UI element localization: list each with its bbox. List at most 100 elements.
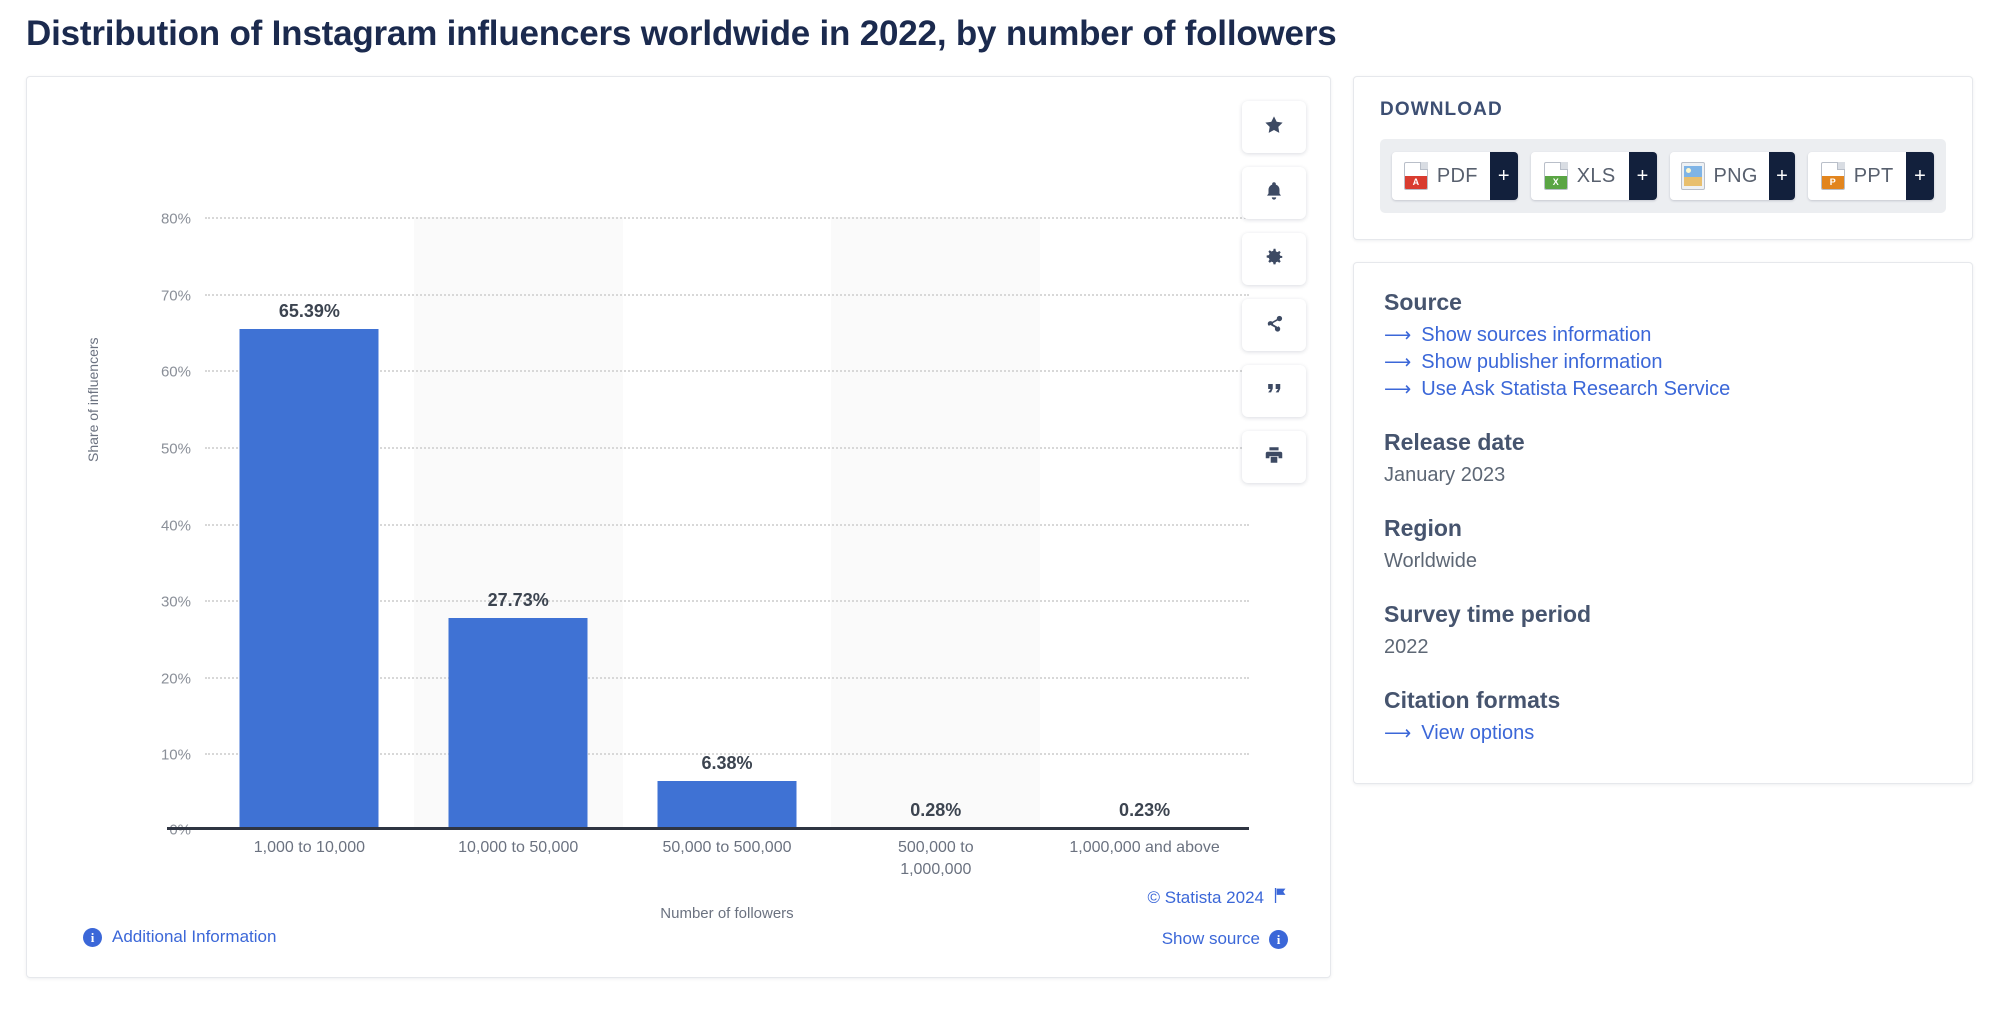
page-layout: Share of influencers 0% 10% 20% 30% 40% 50% 60… [0, 54, 1999, 978]
cite-button[interactable] [1242, 365, 1306, 417]
survey-time-period-value: 2022 [1384, 636, 1429, 658]
view-options-label: View options [1421, 722, 1535, 744]
bar-slot: 65.39% [205, 217, 414, 830]
survey-time-period-heading: Survey time period [1384, 601, 1592, 627]
bar-slot: 0.23% [1040, 217, 1249, 830]
bar-slot: 0.28% [831, 217, 1040, 830]
share-button[interactable] [1242, 299, 1306, 351]
source-heading: Source [1384, 289, 1462, 315]
download-label: PPT [1853, 164, 1894, 187]
citation-formats-heading: Citation formats [1384, 687, 1561, 713]
source-link[interactable]: ⟶ Show sources information [1384, 324, 1942, 347]
chart-toolbar [1242, 101, 1306, 483]
bar[interactable] [239, 328, 379, 830]
chart-card: Share of influencers 0% 10% 20% 30% 40% 50% 60… [26, 76, 1331, 978]
show-source-label: Show source [1161, 929, 1260, 948]
bar-value-label: 65.39% [278, 300, 340, 321]
bar[interactable] [448, 617, 588, 830]
download-label: XLS [1576, 164, 1616, 187]
y-axis-title: Share of influencers [85, 337, 101, 462]
x-axis-tick-label: 1,000 to 10,000 [253, 839, 365, 856]
arrow-right-icon: ⟶ [1384, 379, 1412, 400]
view-options-link[interactable]: ⟶ View options [1384, 722, 1942, 745]
download-xls-button[interactable]: X XLS + [1530, 152, 1657, 200]
settings-button[interactable] [1242, 233, 1306, 285]
bars-group: 65.39% 27.73% 6.38% 0.28% 0.23% [205, 217, 1249, 830]
source-link-label: Use Ask Statista Research Service [1421, 378, 1731, 400]
x-axis-labels: 1,000 to 10,000 10,000 to 50,000 50,000 to… [205, 837, 1249, 880]
x-axis-tick-label: 10,000 to 50,000 [458, 839, 579, 856]
x-axis-tick-label: 1,000,000 and above [1069, 839, 1220, 856]
x-axis-line [167, 827, 1249, 830]
pdf-file-icon: A [1403, 162, 1428, 190]
right-column: DOWNLOAD A PDF + X XLS + PNG + P PPT + Source ⟶ Sho… [1353, 76, 1973, 784]
download-pdf-button[interactable]: A PDF + [1392, 152, 1518, 200]
y-axis-tick-label: 0% [169, 821, 191, 839]
quote-icon [1264, 379, 1284, 404]
additional-information-link[interactable]: i Additional Information [83, 927, 276, 947]
flag-icon[interactable] [1273, 887, 1288, 909]
bar-slot: 6.38% [623, 217, 832, 830]
star-icon [1263, 114, 1285, 141]
download-panel: DOWNLOAD A PDF + X XLS + PNG + P PPT + [1353, 76, 1973, 240]
y-axis-tick-label: 10% [160, 746, 191, 764]
y-axis-tick-label: 40% [160, 517, 191, 534]
bar[interactable] [657, 781, 797, 830]
favorite-button[interactable] [1242, 101, 1306, 153]
source-link[interactable]: ⟶ Use Ask Statista Research Service [1384, 378, 1942, 401]
additional-information-label: Additional Information [112, 927, 277, 946]
copyright-text: © Statista 2024 [1147, 888, 1265, 907]
share-icon [1263, 312, 1285, 339]
release-date-heading: Release date [1384, 429, 1525, 455]
x-axis-tick-label: 500,000 to 1,000,000 [897, 839, 974, 878]
download-options-toggle[interactable]: + [1489, 152, 1518, 200]
y-axis-tick-label: 30% [160, 593, 191, 611]
info-icon: i [1269, 929, 1288, 949]
download-ppt-button[interactable]: P PPT + [1808, 152, 1934, 200]
y-axis-tick-label: 80% [160, 210, 191, 228]
plot-area: 0% 10% 20% 30% 40% 50% 60% 70% 80% 65.39% 27.73% 6… [161, 211, 1249, 839]
xls-file-icon: X [1543, 162, 1568, 190]
bell-icon [1263, 180, 1285, 207]
bar-value-label: 0.23% [1119, 800, 1171, 821]
gear-icon [1263, 246, 1285, 273]
download-png-button[interactable]: PNG + [1669, 152, 1796, 200]
release-date-value: January 2023 [1384, 464, 1506, 486]
y-axis-tick-label: 50% [160, 440, 191, 458]
source-link-label: Show publisher information [1421, 351, 1663, 373]
info-panel: Source ⟶ Show sources information ⟶ Show pu… [1353, 262, 1973, 784]
page-title: Distribution of Instagram influencers wo… [26, 14, 1337, 53]
region-value: Worldwide [1384, 550, 1477, 572]
region-heading: Region [1384, 515, 1462, 541]
bar-slot: 27.73% [414, 217, 623, 830]
info-icon: i [83, 927, 102, 947]
bar-value-label: 6.38% [701, 753, 753, 774]
chart-area: Share of influencers 0% 10% 20% 30% 40% 50% 60… [27, 77, 1249, 922]
source-link-label: Show sources information [1421, 324, 1652, 346]
x-axis-title: Number of followers [660, 905, 794, 922]
bar-value-label: 0.28% [910, 799, 962, 820]
y-axis-tick-label: 70% [160, 287, 191, 305]
alert-button[interactable] [1242, 167, 1306, 219]
arrow-right-icon: ⟶ [1384, 723, 1412, 744]
print-button[interactable] [1242, 431, 1306, 483]
print-icon [1263, 444, 1285, 471]
copyright[interactable]: © Statista 2024 [1148, 887, 1289, 909]
show-source-link[interactable]: Show source i [1162, 929, 1288, 949]
download-title: DOWNLOAD [1380, 99, 1503, 120]
download-options-toggle[interactable]: + [1768, 152, 1796, 200]
download-label: PNG [1713, 164, 1758, 187]
download-buttons: A PDF + X XLS + PNG + P PPT + [1380, 139, 1946, 213]
y-axis-tick-label: 60% [160, 363, 191, 381]
arrow-right-icon: ⟶ [1384, 325, 1412, 346]
ppt-file-icon: P [1820, 162, 1845, 190]
download-options-toggle[interactable]: + [1628, 152, 1657, 200]
source-links: ⟶ Show sources information ⟶ Show publisher… [1384, 324, 1942, 401]
arrow-right-icon: ⟶ [1384, 352, 1412, 373]
download-options-toggle[interactable]: + [1906, 152, 1934, 200]
png-file-icon [1680, 162, 1705, 190]
download-label: PDF [1436, 164, 1478, 187]
bar-value-label: 27.73% [487, 589, 549, 610]
source-link[interactable]: ⟶ Show publisher information [1384, 351, 1942, 374]
y-axis-tick-label: 20% [160, 670, 191, 688]
